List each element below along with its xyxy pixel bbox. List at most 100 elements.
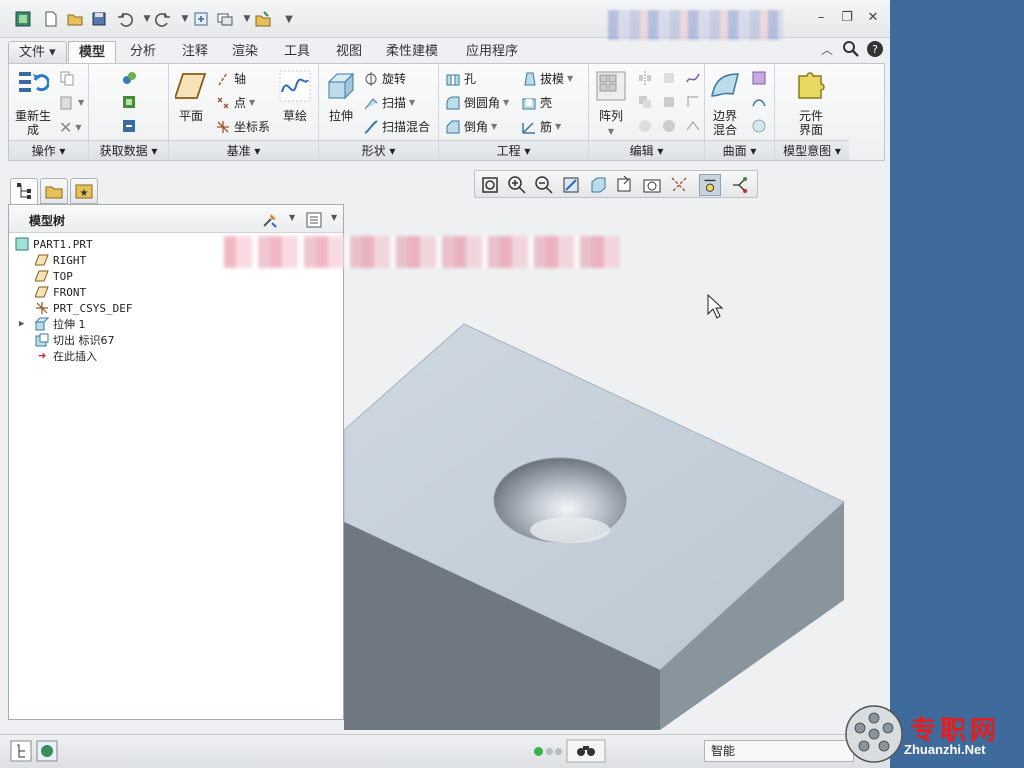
copy-geometry-icon[interactable] — [121, 70, 137, 86]
tab-model-tree[interactable] — [10, 178, 38, 204]
tab-annotate[interactable]: 注释 — [172, 41, 218, 64]
sweep-button[interactable]: 扫描 ▼ — [363, 94, 415, 111]
view-manager-icon[interactable] — [641, 174, 663, 196]
thicken-icon[interactable] — [685, 118, 701, 134]
group-operations-label[interactable]: 操作 ▾ — [9, 140, 88, 160]
delete-icon[interactable]: ✕ ▼ — [59, 118, 82, 137]
tree-item-cut[interactable]: 切出 标识67 — [35, 332, 115, 348]
extrude-button[interactable]: 拉伸 — [321, 109, 361, 123]
search-icon[interactable] — [840, 38, 862, 60]
group-shapes-label[interactable]: 形状 ▾ — [319, 140, 438, 160]
tree-item-part[interactable]: PART1.PRT — [15, 236, 93, 252]
shell-button[interactable]: 壳 — [521, 94, 552, 111]
settings-tools-icon[interactable] — [261, 211, 279, 229]
toggle-browser-icon[interactable] — [36, 740, 58, 762]
close-icon[interactable]: ✕ — [862, 10, 884, 28]
fill-icon[interactable] — [751, 70, 767, 86]
component-interface-icon[interactable] — [795, 68, 827, 100]
group-datum-label[interactable]: 基准 ▾ — [169, 140, 318, 160]
group-model-intent-label[interactable]: 模型意图 ▾ — [775, 140, 849, 160]
merge-icon[interactable] — [637, 94, 653, 110]
find-icon[interactable] — [566, 739, 606, 763]
tab-render[interactable]: 渲染 — [222, 41, 268, 64]
regenerate-button[interactable]: 重新生 成 — [11, 109, 55, 137]
revolve-button[interactable]: 旋转 — [363, 70, 406, 87]
hole-button[interactable]: 孔 — [445, 70, 476, 87]
boundary-blend-icon[interactable] — [709, 70, 741, 102]
regenerate-icon[interactable] — [17, 68, 49, 100]
pattern-button[interactable]: 阵列 ▼ — [591, 109, 631, 139]
tab-analysis[interactable]: 分析 — [120, 41, 166, 64]
copy-icon[interactable] — [59, 70, 75, 86]
tree-item-front[interactable]: FRONT — [35, 284, 86, 300]
shrinkwrap-icon[interactable] — [121, 118, 137, 134]
draft-button[interactable]: 拔模 ▼ — [521, 70, 573, 87]
datum-display-icon[interactable] — [668, 174, 690, 196]
extrude-icon[interactable] — [325, 70, 357, 102]
selection-filter-select[interactable]: 智能 — [704, 740, 854, 762]
tree-item-csys[interactable]: PRT_CSYS_DEF — [35, 300, 132, 316]
intersect-icon[interactable] — [661, 94, 677, 110]
group-surfaces-label[interactable]: 曲面 ▾ — [705, 140, 774, 160]
toggle-navigator-icon[interactable] — [10, 740, 32, 762]
point-button[interactable]: 点 ▼ — [215, 94, 255, 111]
save-icon[interactable] — [88, 8, 110, 30]
tree-item-right[interactable]: RIGHT — [35, 252, 86, 268]
minimize-icon[interactable]: – — [810, 10, 832, 28]
open-folder-icon[interactable] — [64, 8, 86, 30]
project-icon[interactable] — [685, 70, 701, 86]
tab-folder-browser[interactable] — [40, 178, 68, 204]
plane-button[interactable]: 平面 — [173, 109, 209, 123]
component-interface-button[interactable]: 元件 界面 — [791, 109, 831, 137]
solidify-icon[interactable] — [661, 118, 677, 134]
zoom-in-icon[interactable] — [506, 174, 528, 196]
csys-button[interactable]: 坐标系 — [215, 118, 270, 135]
undo-icon[interactable] — [114, 8, 136, 30]
zoom-out-icon[interactable] — [533, 174, 555, 196]
style-icon[interactable] — [751, 94, 767, 110]
regenerate-quick-icon[interactable] — [190, 8, 212, 30]
rib-button[interactable]: 筋 ▼ — [521, 118, 561, 135]
spin-center-icon[interactable] — [699, 174, 721, 196]
settings-dropdown-icon[interactable]: ▼ — [289, 213, 295, 222]
group-editing-label[interactable]: 编辑 ▾ — [589, 140, 704, 160]
mirror-icon[interactable] — [637, 70, 653, 86]
user-defined-feature-icon[interactable] — [121, 94, 137, 110]
tab-favorites[interactable]: ★ — [70, 178, 98, 204]
help-icon[interactable]: ? — [864, 38, 886, 60]
redo-icon[interactable] — [152, 8, 174, 30]
offset-icon[interactable] — [661, 70, 677, 86]
maximize-icon[interactable]: ❐ — [836, 10, 858, 28]
sketch-icon[interactable] — [279, 70, 311, 102]
display-style-icon[interactable] — [587, 174, 609, 196]
saved-orientations-icon[interactable] — [614, 174, 636, 196]
new-file-icon[interactable] — [40, 8, 62, 30]
axis-button[interactable]: 轴 — [215, 70, 246, 87]
tab-model[interactable]: 模型 — [68, 41, 117, 64]
boundary-blend-button[interactable]: 边界 混合 — [705, 109, 745, 137]
refit-icon[interactable] — [479, 174, 501, 196]
tree-item-extrude[interactable]: ▶ 拉伸 1 — [19, 316, 86, 332]
annotation-display-icon[interactable] — [729, 174, 751, 196]
tab-file[interactable]: 文件 ▾ — [8, 41, 67, 64]
sketch-button[interactable]: 草绘 — [275, 109, 315, 123]
show-dropdown-icon[interactable]: ▼ — [331, 213, 337, 222]
tab-flexible-modeling[interactable]: 柔性建模 — [376, 41, 448, 64]
extend-icon[interactable] — [685, 94, 701, 110]
tab-applications[interactable]: 应用程序 — [456, 41, 528, 64]
tree-item-insert-here[interactable]: ➜ 在此插入 — [35, 348, 97, 364]
pattern-icon[interactable] — [595, 70, 627, 102]
expand-arrow-icon[interactable]: ▶ — [19, 319, 31, 329]
tab-view[interactable]: 视图 — [326, 41, 372, 64]
tree-item-top[interactable]: TOP — [35, 268, 73, 284]
close-window-folder-icon[interactable] — [252, 8, 274, 30]
swept-blend-button[interactable]: 扫描混合 — [363, 118, 430, 135]
group-get-data-label[interactable]: 获取数据 ▾ — [89, 140, 168, 160]
trim-icon[interactable] — [637, 118, 653, 134]
graphics-viewport[interactable] — [344, 200, 884, 730]
customize-toolbar-icon[interactable]: ▼ — [278, 8, 300, 30]
windows-icon[interactable] — [214, 8, 236, 30]
group-engineering-label[interactable]: 工程 ▾ — [439, 140, 588, 160]
round-button[interactable]: 倒圆角 ▼ — [445, 94, 509, 111]
freestyle-icon[interactable] — [751, 118, 767, 134]
